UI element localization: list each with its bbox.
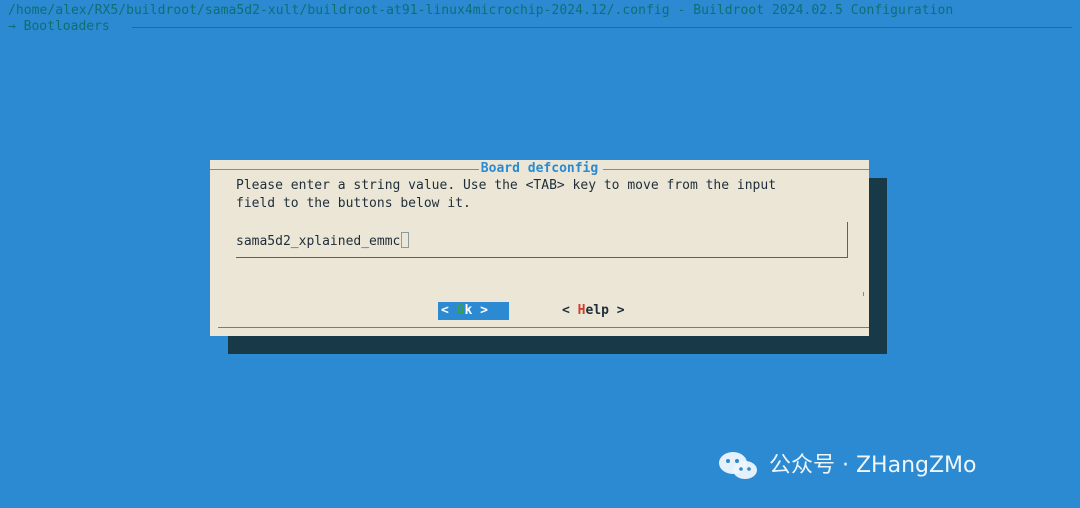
string-input-field[interactable]: sama5d2_xplained_emmc xyxy=(236,222,848,258)
breadcrumb: → Bootloaders xyxy=(8,19,110,34)
dialog-message: Please enter a string value. Use the <TA… xyxy=(236,178,777,211)
breadcrumb-divider xyxy=(132,27,1072,28)
terminal-path-line: /home/alex/RX5/buildroot/sama5d2-xult/bu… xyxy=(8,3,1074,19)
string-input-dialog: Board defconfig Please enter a string va… xyxy=(210,160,869,336)
dialog-bottom-border xyxy=(218,327,869,328)
input-value: sama5d2_xplained_emmc xyxy=(236,234,401,249)
text-cursor xyxy=(401,232,410,248)
help-button[interactable]: < Help > xyxy=(559,302,628,320)
wechat-watermark: 公众号 · ZHangZMo xyxy=(716,448,1061,484)
help-button-suffix: elp > xyxy=(585,303,625,318)
wechat-icon xyxy=(719,452,757,479)
dialog-right-border-mark xyxy=(863,292,864,296)
ok-button[interactable]: < Ok > xyxy=(438,302,509,320)
ok-button-suffix: k > xyxy=(464,303,488,318)
watermark-text: 公众号 · ZHangZMo xyxy=(769,453,977,478)
help-button-prefix: < xyxy=(562,303,578,318)
dialog-buttons: < Ok > < Help > xyxy=(438,302,648,320)
input-value-line[interactable]: sama5d2_xplained_emmc xyxy=(236,232,410,250)
ok-button-prefix: < xyxy=(441,303,457,318)
terminal-path-text: /home/alex/RX5/buildroot/sama5d2-xult/bu… xyxy=(8,3,954,18)
dialog-title: Board defconfig xyxy=(480,161,599,176)
